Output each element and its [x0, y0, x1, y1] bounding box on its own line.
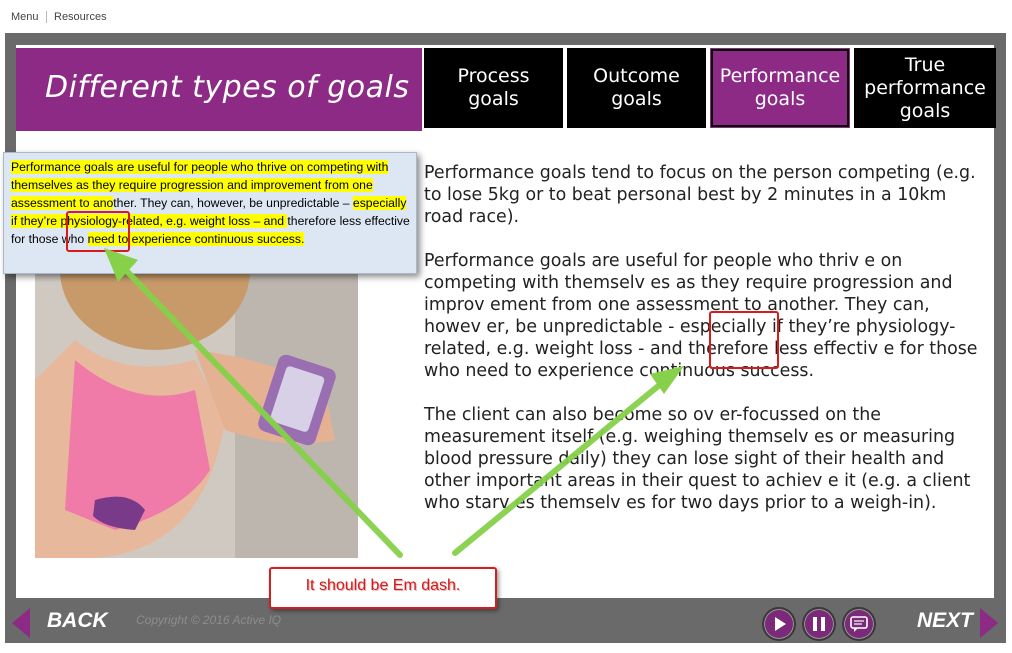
copyright-text: Copyright © 2016 Active IQ	[136, 613, 282, 627]
slide-title: Different types of goals	[45, 70, 410, 105]
play-button[interactable]	[762, 607, 796, 641]
tab-true-performance-goals[interactable]: True performance goals	[854, 48, 996, 128]
top-menu-bar: Menu Resources	[0, 0, 1012, 32]
title-underline	[16, 128, 422, 131]
menu-link[interactable]: Menu	[11, 11, 39, 23]
resources-link[interactable]: Resources	[54, 11, 107, 23]
menu-separator	[46, 11, 47, 23]
play-icon	[775, 617, 786, 631]
body-paragraph-1: Performance goals tend to focus on the p…	[424, 163, 976, 227]
annotation-callout-text: It should be Em dash.	[305, 577, 461, 594]
body-paragraph-3: The client can also become so ov er-focu…	[424, 405, 971, 513]
tab-performance-goals[interactable]: Performance goals	[710, 48, 850, 128]
annotation-callout: It should be Em dash.	[269, 567, 497, 609]
pause-icon	[813, 617, 825, 631]
tab-process-goals[interactable]: Process goals	[424, 48, 563, 128]
transcript-icon	[850, 616, 868, 632]
back-arrow-icon[interactable]	[12, 608, 32, 638]
body-dash-highlight-box	[709, 311, 779, 369]
slide-body-text: Performance goals tend to focus on the p…	[424, 162, 979, 536]
tab-outcome-goals[interactable]: Outcome goals	[567, 48, 706, 128]
popup-dash-highlight-box	[66, 211, 130, 252]
slide-title-bar: Different types of goals	[16, 48, 422, 128]
next-button[interactable]: NEXT	[917, 609, 973, 633]
pause-button[interactable]	[802, 607, 836, 641]
transcript-button[interactable]	[842, 607, 876, 641]
back-button[interactable]: BACK	[47, 609, 108, 633]
body-paragraph-2: Performance goals are useful for people …	[424, 251, 978, 381]
plain-segment-1: ther. They can, however, be unpredictabl…	[113, 196, 353, 210]
next-arrow-icon[interactable]	[978, 608, 998, 638]
